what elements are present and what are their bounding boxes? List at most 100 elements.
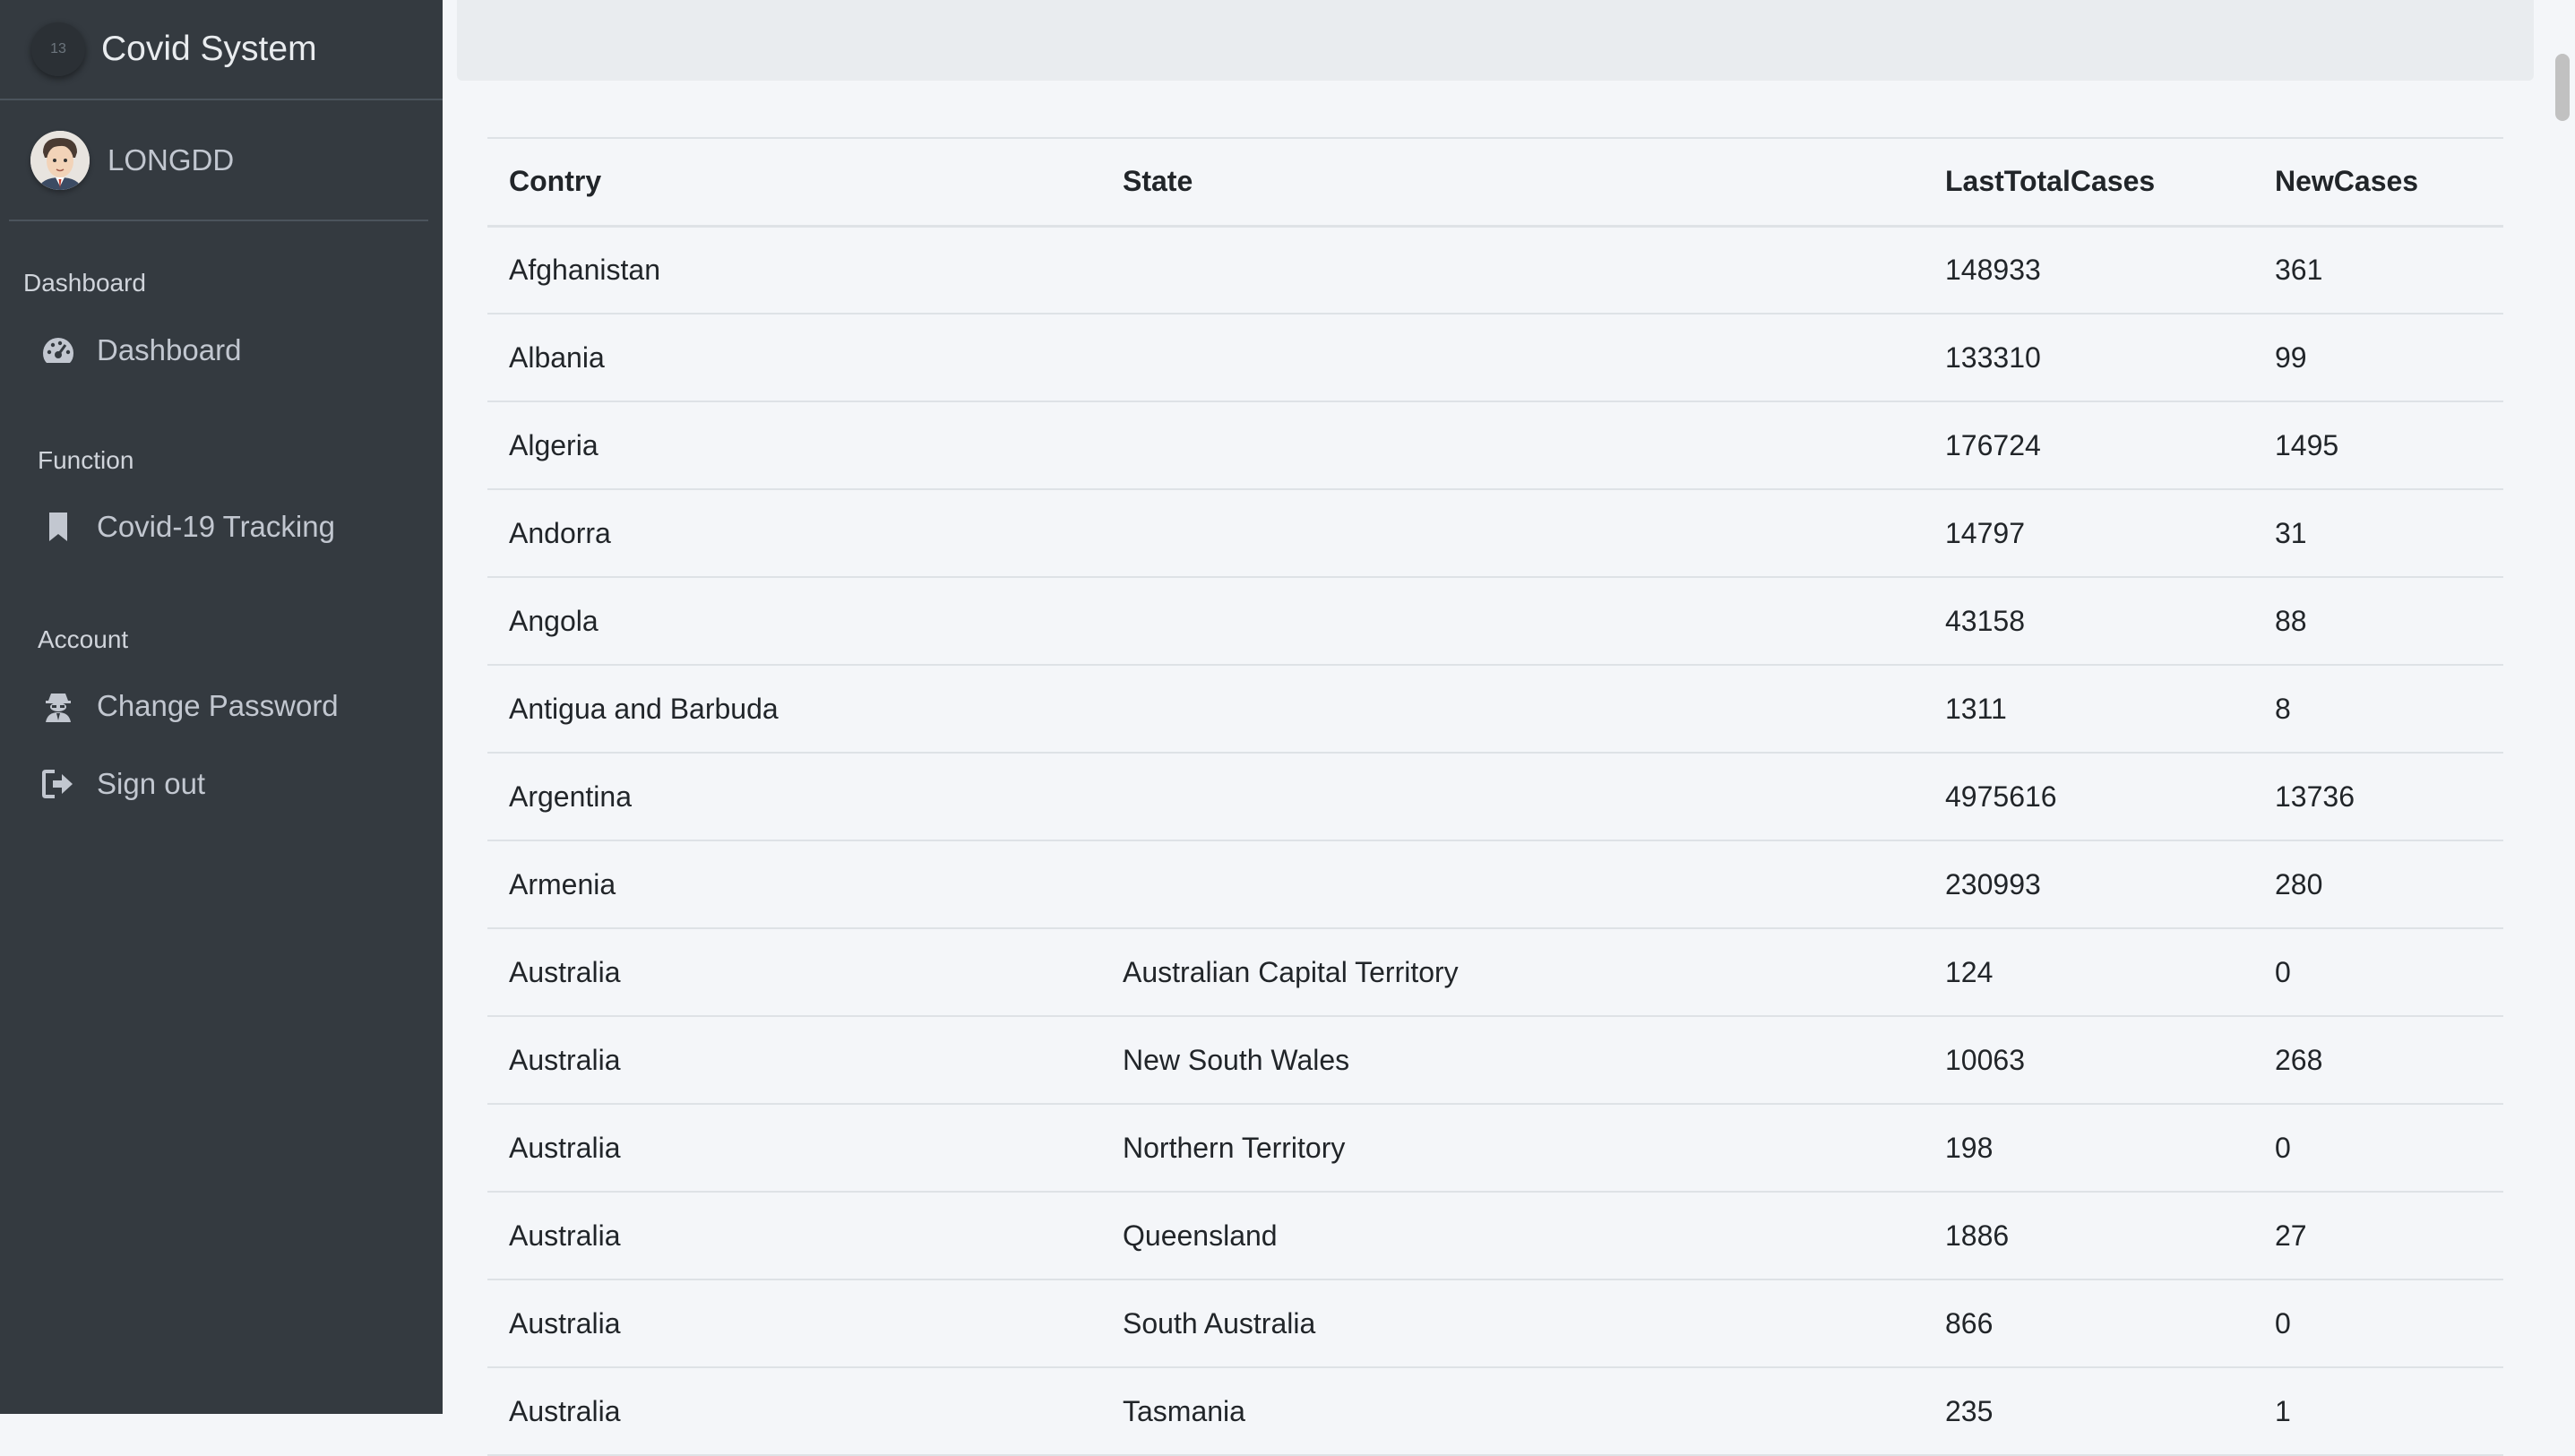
cell-country: Australia bbox=[487, 928, 1101, 1017]
cell-state bbox=[1101, 840, 1924, 929]
sidebar-item-change-password[interactable]: Change Password bbox=[39, 687, 339, 725]
table-row[interactable]: Australia South Australia 866 0 bbox=[487, 1279, 2503, 1368]
nav-header-dashboard: Dashboard bbox=[23, 269, 146, 297]
cell-last-total-cases: 10063 bbox=[1924, 1016, 2253, 1105]
cell-new-cases: 268 bbox=[2253, 1016, 2503, 1105]
cell-country: Armenia bbox=[487, 840, 1101, 929]
cell-state: Tasmania bbox=[1101, 1367, 1924, 1456]
bookmark-icon bbox=[39, 508, 77, 546]
user-name: LONGDD bbox=[108, 142, 235, 177]
cell-country: Albania bbox=[487, 314, 1101, 402]
user-secret-icon bbox=[39, 687, 77, 725]
sidebar-item-covid-tracking[interactable]: Covid-19 Tracking bbox=[39, 508, 335, 546]
sidebar-item-sign-out[interactable]: Sign out bbox=[39, 765, 205, 803]
column-header-state[interactable]: State bbox=[1101, 137, 1924, 228]
table-row[interactable]: Afghanistan 148933 361 bbox=[487, 226, 2503, 314]
cell-last-total-cases: 230993 bbox=[1924, 840, 2253, 929]
cell-country: Australia bbox=[487, 1104, 1101, 1193]
table-row[interactable]: Armenia 230993 280 bbox=[487, 840, 2503, 929]
cell-last-total-cases: 1311 bbox=[1924, 665, 2253, 754]
table-header-row: Contry State LastTotalCases NewCases bbox=[487, 137, 2503, 228]
sidebar-item-dashboard[interactable]: Dashboard bbox=[39, 332, 241, 369]
cell-country: Australia bbox=[487, 1279, 1101, 1368]
cell-new-cases: 0 bbox=[2253, 1104, 2503, 1193]
cell-new-cases: 361 bbox=[2253, 226, 2503, 314]
cell-new-cases: 8 bbox=[2253, 665, 2503, 754]
cell-new-cases: 1495 bbox=[2253, 401, 2503, 490]
cell-last-total-cases: 198 bbox=[1924, 1104, 2253, 1193]
column-header-last-total-cases[interactable]: LastTotalCases bbox=[1924, 137, 2253, 228]
brand-link[interactable]: 13 Covid System bbox=[0, 0, 443, 100]
cell-last-total-cases: 1886 bbox=[1924, 1192, 2253, 1280]
sidebar-item-label: Dashboard bbox=[97, 333, 242, 366]
cell-country: Australia bbox=[487, 1367, 1101, 1456]
cell-state bbox=[1101, 314, 1924, 402]
cell-state bbox=[1101, 577, 1924, 666]
cell-new-cases: 0 bbox=[2253, 1279, 2503, 1368]
cell-state: South Australia bbox=[1101, 1279, 1924, 1368]
cell-state bbox=[1101, 401, 1924, 490]
user-panel[interactable]: LONGDD bbox=[9, 100, 428, 221]
page-scrollbar[interactable] bbox=[2548, 0, 2575, 1414]
sign-out-icon bbox=[39, 765, 77, 803]
cell-last-total-cases: 176724 bbox=[1924, 401, 2253, 490]
cell-new-cases: 27 bbox=[2253, 1192, 2503, 1280]
tachometer-icon bbox=[39, 332, 77, 369]
table-row[interactable]: Andorra 14797 31 bbox=[487, 489, 2503, 578]
table-row[interactable]: Australia New South Wales 10063 268 bbox=[487, 1016, 2503, 1105]
table-row[interactable]: Angola 43158 88 bbox=[487, 577, 2503, 666]
sidebar-item-label: Covid-19 Tracking bbox=[97, 510, 335, 543]
table-row[interactable]: Australia Queensland 1886 27 bbox=[487, 1192, 2503, 1280]
cell-country: Algeria bbox=[487, 401, 1101, 490]
nav-header-account: Account bbox=[38, 625, 129, 653]
cell-new-cases: 99 bbox=[2253, 314, 2503, 402]
cell-country: Angola bbox=[487, 577, 1101, 666]
nav-header-function: Function bbox=[38, 446, 134, 474]
table-row[interactable]: Argentina 4975616 13736 bbox=[487, 753, 2503, 841]
cell-last-total-cases: 866 bbox=[1924, 1279, 2253, 1368]
cell-last-total-cases: 4975616 bbox=[1924, 753, 2253, 841]
cell-state: Australian Capital Territory bbox=[1101, 928, 1924, 1017]
cell-last-total-cases: 124 bbox=[1924, 928, 2253, 1017]
cell-state: Northern Territory bbox=[1101, 1104, 1924, 1193]
table-row[interactable]: Australia Tasmania 235 1 bbox=[487, 1367, 2503, 1456]
cell-new-cases: 13736 bbox=[2253, 753, 2503, 841]
cell-state bbox=[1101, 753, 1924, 841]
cell-new-cases: 88 bbox=[2253, 577, 2503, 666]
main-content: Contry State LastTotalCases NewCases Afg… bbox=[443, 0, 2548, 1456]
cell-last-total-cases: 148933 bbox=[1924, 226, 2253, 314]
brand-logo: 13 bbox=[31, 22, 85, 76]
cell-country: Afghanistan bbox=[487, 226, 1101, 314]
cell-state: Queensland bbox=[1101, 1192, 1924, 1280]
cell-last-total-cases: 14797 bbox=[1924, 489, 2253, 578]
cell-new-cases: 1 bbox=[2253, 1367, 2503, 1456]
cell-state: New South Wales bbox=[1101, 1016, 1924, 1105]
column-header-new-cases[interactable]: NewCases bbox=[2253, 137, 2503, 228]
covid-cases-table: Contry State LastTotalCases NewCases Afg… bbox=[487, 137, 2503, 1456]
cell-last-total-cases: 43158 bbox=[1924, 577, 2253, 666]
scrollbar-thumb[interactable] bbox=[2555, 54, 2570, 121]
cell-state bbox=[1101, 665, 1924, 754]
cell-last-total-cases: 235 bbox=[1924, 1367, 2253, 1456]
cell-country: Andorra bbox=[487, 489, 1101, 578]
content-header-bar bbox=[457, 0, 2534, 81]
user-avatar bbox=[30, 130, 90, 190]
brand-logo-text: 13 bbox=[50, 41, 66, 56]
cell-new-cases: 0 bbox=[2253, 928, 2503, 1017]
brand-title: Covid System bbox=[101, 30, 317, 68]
table-row[interactable]: Algeria 176724 1495 bbox=[487, 401, 2503, 490]
table-row[interactable]: Albania 133310 99 bbox=[487, 314, 2503, 402]
table-row[interactable]: Antigua and Barbuda 1311 8 bbox=[487, 665, 2503, 754]
sidebar: 13 Covid System LONGDD Dashboard Dashboa… bbox=[0, 0, 443, 1414]
cell-state bbox=[1101, 226, 1924, 314]
cell-state bbox=[1101, 489, 1924, 578]
cell-country: Antigua and Barbuda bbox=[487, 665, 1101, 754]
column-header-country[interactable]: Contry bbox=[487, 137, 1101, 228]
table-row[interactable]: Australia Northern Territory 198 0 bbox=[487, 1104, 2503, 1193]
sidebar-item-label: Change Password bbox=[97, 689, 339, 722]
sidebar-item-label: Sign out bbox=[97, 767, 206, 800]
cell-country: Argentina bbox=[487, 753, 1101, 841]
cell-last-total-cases: 133310 bbox=[1924, 314, 2253, 402]
table-row[interactable]: Australia Australian Capital Territory 1… bbox=[487, 928, 2503, 1017]
cell-new-cases: 280 bbox=[2253, 840, 2503, 929]
